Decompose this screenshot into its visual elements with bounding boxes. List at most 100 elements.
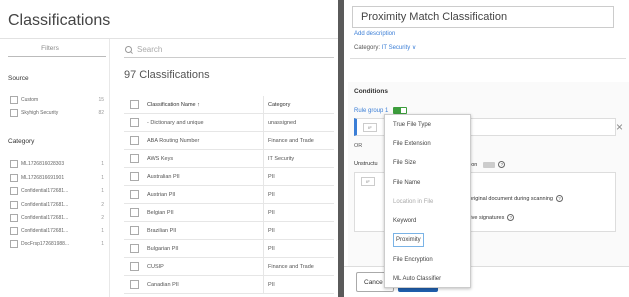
classifications-page: Classifications Filters Source Custom 15… bbox=[0, 0, 338, 297]
checkbox[interactable] bbox=[10, 96, 18, 104]
category-facet[interactable]: Confidential172681... 1 bbox=[10, 226, 104, 236]
row-checkbox[interactable] bbox=[130, 172, 139, 181]
row-name[interactable]: Austrian PII bbox=[147, 185, 264, 204]
facet-label: Confidential172681... bbox=[21, 215, 69, 221]
row-name[interactable]: CUSIP bbox=[147, 257, 264, 276]
row-checkbox[interactable] bbox=[130, 262, 139, 271]
row-name[interactable]: Bulgarian PII bbox=[147, 239, 264, 258]
unstructured-toggle[interactable] bbox=[483, 161, 496, 168]
category-value[interactable]: IT Security ∨ bbox=[382, 45, 417, 51]
checkbox[interactable] bbox=[10, 187, 18, 195]
source-facet-skyhigh[interactable]: Skyhigh Security 82 bbox=[10, 108, 104, 118]
table-row[interactable]: Austrian PII PII bbox=[124, 185, 334, 204]
table-row[interactable]: AWS Keys IT Security bbox=[124, 149, 334, 168]
facet-count: 2 bbox=[101, 202, 104, 208]
title-field[interactable]: Proximity Match Classification bbox=[352, 6, 614, 28]
column-header-name[interactable]: Classification Name ↑ bbox=[147, 95, 264, 114]
row-name[interactable]: Australian PII bbox=[147, 167, 264, 186]
dropdown-item-label: File Name bbox=[393, 179, 421, 186]
checkbox[interactable] bbox=[10, 174, 18, 182]
rule-group-header[interactable]: Rule group 1 bbox=[354, 107, 408, 114]
dropdown-item-file-size[interactable]: File Size bbox=[385, 154, 470, 173]
facet-count: 82 bbox=[98, 110, 104, 116]
help-icon[interactable]: ? bbox=[507, 214, 515, 221]
row-name[interactable]: ABA Routing Number bbox=[147, 131, 264, 150]
category-facet[interactable]: Confidential172681... 2 bbox=[10, 200, 104, 210]
page-title: Classifications bbox=[8, 12, 111, 29]
category-selector[interactable]: Category: IT Security ∨ bbox=[354, 44, 416, 51]
row-checkbox[interactable] bbox=[130, 280, 139, 289]
table-row[interactable]: Belgian PII PII bbox=[124, 203, 334, 222]
table-row[interactable]: Canadian PII PII bbox=[124, 275, 334, 294]
source-facet-custom[interactable]: Custom 15 bbox=[10, 95, 104, 105]
table-row[interactable]: ABA Routing Number Finance and Trade bbox=[124, 131, 334, 150]
checkbox[interactable] bbox=[10, 201, 18, 209]
row-name[interactable]: AWS Keys bbox=[147, 149, 264, 168]
checkbox[interactable] bbox=[10, 227, 18, 235]
category-facet[interactable]: ML1726816691901 1 bbox=[10, 173, 104, 183]
row-category: PII bbox=[268, 227, 275, 234]
help-icon[interactable]: ? bbox=[498, 161, 506, 168]
facet-label: DocFrsp172681988... bbox=[21, 241, 70, 247]
category-section-title: Category bbox=[8, 138, 35, 145]
table-row[interactable]: Bulgarian PII PII bbox=[124, 239, 334, 258]
facet-label: Confidential172681... bbox=[21, 228, 69, 234]
panel-divider bbox=[350, 58, 626, 59]
filters-label: Filters bbox=[41, 45, 59, 52]
search-icon bbox=[124, 45, 134, 55]
close-icon[interactable]: × bbox=[616, 120, 623, 134]
dropdown-item-file-extension[interactable]: File Extension bbox=[385, 134, 470, 153]
row-name[interactable]: - Dictionary and unique bbox=[147, 113, 264, 132]
row-checkbox[interactable] bbox=[130, 136, 139, 145]
dropdown-item-label: File Size bbox=[393, 160, 417, 167]
checkbox[interactable] bbox=[10, 109, 18, 117]
dropdown-item-label: File Extension bbox=[393, 140, 431, 147]
category-facet[interactable]: Confidential172681... 2 bbox=[10, 213, 104, 223]
add-description-link[interactable]: Add description bbox=[354, 31, 395, 37]
checkbox[interactable] bbox=[10, 214, 18, 222]
dropdown-item-file-name[interactable]: File Name bbox=[385, 173, 470, 192]
row-category: PII bbox=[268, 173, 275, 180]
row-checkbox[interactable] bbox=[130, 190, 139, 199]
row-checkbox[interactable] bbox=[130, 226, 139, 235]
table-row[interactable]: Australian PII PII bbox=[124, 167, 334, 186]
facet-count: 1 bbox=[101, 241, 104, 247]
row-checkbox[interactable] bbox=[130, 118, 139, 127]
dropdown-item-true-file-type[interactable]: True File Type bbox=[385, 115, 470, 134]
if-tag: IF bbox=[363, 123, 377, 132]
dropdown-item-keyword[interactable]: Keyword bbox=[385, 211, 470, 230]
category-facet[interactable]: ML1726816028303 1 bbox=[10, 159, 104, 169]
dropdown-item-ml-auto-classifier[interactable]: ML Auto Classifier bbox=[385, 269, 470, 288]
facet-label: Confidential172681... bbox=[21, 202, 69, 208]
row-name[interactable]: Belgian PII bbox=[147, 203, 264, 222]
table-row[interactable]: CUSIP Finance and Trade bbox=[124, 257, 334, 276]
dropdown-item-label: Location in File bbox=[393, 198, 434, 205]
table-row[interactable]: - Dictionary and unique unassigned bbox=[124, 113, 334, 132]
checkbox[interactable] bbox=[10, 160, 18, 168]
row-checkbox[interactable] bbox=[130, 244, 139, 253]
facet-count: 1 bbox=[101, 188, 104, 194]
select-all-checkbox[interactable] bbox=[130, 100, 139, 109]
unstructured-option: ion ? bbox=[470, 161, 506, 168]
row-name[interactable]: Brazilian PII bbox=[147, 221, 264, 240]
search-input[interactable]: Search bbox=[124, 42, 334, 58]
dropdown-item-label: Keyword bbox=[393, 218, 417, 225]
dropdown-item-file-encryption[interactable]: File Encryption bbox=[385, 250, 470, 269]
rule-group-label[interactable]: Rule group 1 bbox=[354, 108, 388, 114]
table-row[interactable]: Brazilian PII PII bbox=[124, 221, 334, 240]
facet-label: Skyhigh Security bbox=[21, 110, 59, 116]
category-label: Category: bbox=[354, 45, 381, 51]
category-facet[interactable]: DocFrsp172681988... 1 bbox=[10, 239, 104, 249]
column-header-category[interactable]: Category bbox=[264, 102, 334, 108]
category-facet[interactable]: Confidential172681... 1 bbox=[10, 186, 104, 196]
row-name[interactable]: Canadian PII bbox=[147, 275, 264, 294]
scan-option-label: the original document during scanning bbox=[460, 195, 553, 202]
unstructured-label-tail: ion bbox=[470, 161, 478, 168]
help-icon[interactable]: ? bbox=[555, 195, 563, 202]
checkbox[interactable] bbox=[10, 240, 18, 248]
dropdown-item-proximity[interactable]: Proximity bbox=[385, 231, 470, 250]
row-checkbox[interactable] bbox=[130, 154, 139, 163]
row-checkbox[interactable] bbox=[130, 208, 139, 217]
rule-group-toggle[interactable] bbox=[393, 107, 408, 114]
facet-count: 2 bbox=[101, 215, 104, 221]
